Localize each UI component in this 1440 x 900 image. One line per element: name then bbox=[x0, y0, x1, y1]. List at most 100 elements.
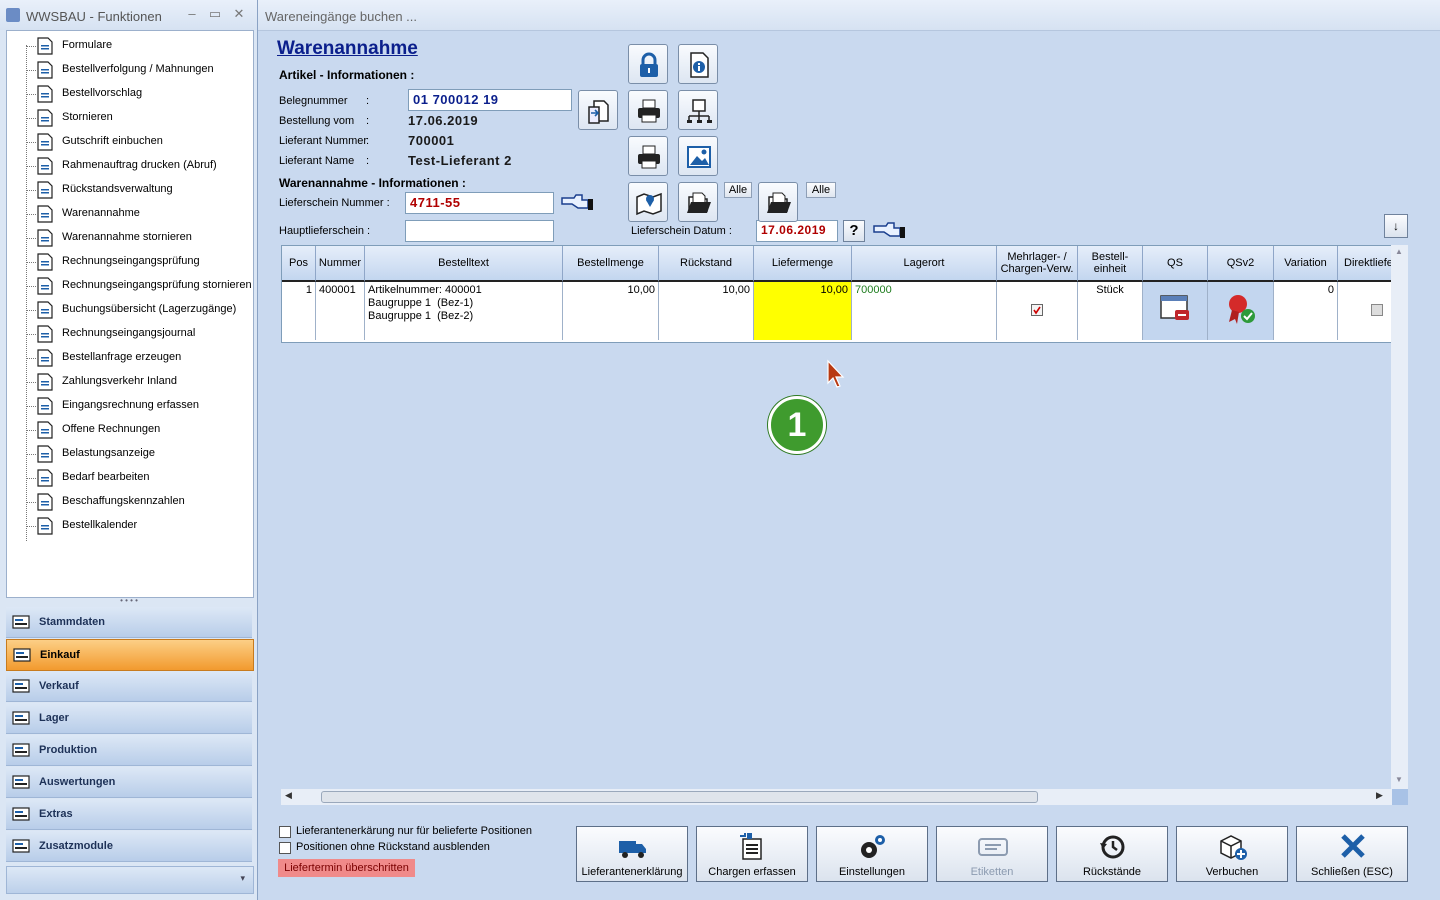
cell-qsv2[interactable] bbox=[1208, 282, 1274, 340]
lieferschein-nummer-field[interactable]: 4711-55 bbox=[405, 192, 554, 214]
cell-pos[interactable]: 1 bbox=[282, 282, 316, 340]
column-header-qsv2[interactable]: QSv2 bbox=[1208, 246, 1274, 282]
network-button[interactable] bbox=[678, 90, 718, 130]
nav-group-auswertungen[interactable]: Auswertungen bbox=[6, 767, 252, 798]
nav-overflow-bar[interactable]: ▾ bbox=[6, 866, 254, 894]
scroll-right-icon[interactable]: ▶ bbox=[1376, 790, 1383, 801]
pointing-hand-icon[interactable] bbox=[560, 192, 594, 217]
map-location-button[interactable] bbox=[628, 182, 668, 222]
cell-liefermenge[interactable]: 10,00 bbox=[754, 282, 852, 340]
pointing-hand-icon[interactable] bbox=[872, 220, 906, 245]
print-button[interactable] bbox=[628, 90, 668, 130]
cell-qs[interactable] bbox=[1143, 282, 1208, 340]
tree-item[interactable]: Bestellkalender bbox=[33, 515, 253, 537]
scroll-down-icon[interactable]: ▼ bbox=[1395, 775, 1403, 784]
column-header-bestelltext[interactable]: Bestelltext bbox=[365, 246, 563, 282]
minimize-button[interactable]: – bbox=[184, 6, 200, 22]
image-button[interactable] bbox=[678, 136, 718, 176]
direktlieferung-checkbox[interactable] bbox=[1371, 304, 1383, 316]
lock-button[interactable] bbox=[628, 44, 668, 84]
tree-item[interactable]: Belastungsanzeige bbox=[33, 443, 253, 465]
tree-item[interactable]: Bestellvorschlag bbox=[33, 83, 253, 105]
hide-no-backlog-checkbox[interactable] bbox=[279, 842, 291, 854]
tree-item[interactable]: Buchungsübersicht (Lagerzugänge) bbox=[33, 299, 253, 321]
verbuchen-button[interactable]: Verbuchen bbox=[1176, 826, 1288, 882]
einstellungen-button[interactable]: Einstellungen bbox=[816, 826, 928, 882]
alle-button-1[interactable]: Alle bbox=[724, 182, 752, 198]
rueckstaende-button[interactable]: Rückstände bbox=[1056, 826, 1168, 882]
panel-splitter[interactable]: • • • • bbox=[6, 597, 252, 605]
info-button[interactable] bbox=[678, 44, 718, 84]
column-header-lagerort[interactable]: Lagerort bbox=[852, 246, 997, 282]
lieferantenerklaerung-checkbox-label[interactable]: Lieferantenerkärung nur für belieferte P… bbox=[296, 825, 532, 837]
cell-variation[interactable]: 0 bbox=[1274, 282, 1338, 340]
nav-group-stammdaten[interactable]: Stammdaten bbox=[6, 607, 252, 638]
open-folder-button[interactable] bbox=[678, 182, 718, 222]
copy-document-button[interactable] bbox=[578, 90, 618, 130]
alle-button-2[interactable]: Alle bbox=[806, 182, 836, 198]
scroll-left-icon[interactable]: ◀ bbox=[285, 790, 292, 801]
column-header-variation[interactable]: Variation bbox=[1274, 246, 1338, 282]
tree-item[interactable]: Formulare bbox=[33, 35, 253, 57]
nav-group-extras[interactable]: Extras bbox=[6, 799, 252, 830]
cell-einheit[interactable]: Stück bbox=[1078, 282, 1143, 340]
cell-direktlieferung[interactable] bbox=[1338, 282, 1392, 340]
cell-mehrlager[interactable] bbox=[997, 282, 1078, 340]
nav-group-verkauf[interactable]: Verkauf bbox=[6, 671, 252, 702]
schliessen-button[interactable]: Schließen (ESC) bbox=[1296, 826, 1408, 882]
column-header-rueckstand[interactable]: Rückstand bbox=[659, 246, 754, 282]
tree-item[interactable]: Bedarf bearbeiten bbox=[33, 467, 253, 489]
tree-item[interactable]: Rechnungseingangsjournal bbox=[33, 323, 253, 345]
lieferantenerklaerung-button[interactable]: Lieferantenerklärung bbox=[576, 826, 688, 882]
hauptlieferschein-field[interactable] bbox=[405, 220, 554, 242]
hide-no-backlog-checkbox-label[interactable]: Positionen ohne Rückstand ausblenden bbox=[296, 841, 490, 853]
tree-item[interactable]: Rechnungseingangsprüfung bbox=[33, 251, 253, 273]
horizontal-scroll-thumb[interactable] bbox=[321, 791, 1038, 803]
chevron-down-icon[interactable]: ▾ bbox=[240, 873, 245, 884]
tree-item[interactable]: Rechnungseingangsprüfung stornieren bbox=[33, 275, 253, 297]
vertical-scrollbar[interactable]: ▲ ▼ bbox=[1391, 245, 1408, 790]
horizontal-scrollbar[interactable]: ◀ ▶ bbox=[281, 789, 1408, 805]
cell-bestelltext[interactable]: Artikelnummer: 400001 Baugruppe 1 (Bez-1… bbox=[365, 282, 563, 340]
column-header-direktlieferung[interactable]: Direktliefe bbox=[1338, 246, 1392, 282]
open-folder-button-2[interactable] bbox=[758, 182, 798, 222]
tree-item[interactable]: Bestellverfolgung / Mahnungen bbox=[33, 59, 253, 81]
nav-group-lager[interactable]: Lager bbox=[6, 703, 252, 734]
column-header-nummer[interactable]: Nummer bbox=[316, 246, 365, 282]
mehrlager-checkbox[interactable] bbox=[1031, 304, 1043, 316]
cell-lagerort[interactable]: 700000 bbox=[852, 282, 997, 340]
tree-item[interactable]: Stornieren bbox=[33, 107, 253, 129]
cell-bestellmenge[interactable]: 10,00 bbox=[563, 282, 659, 340]
print-preview-button[interactable] bbox=[628, 136, 668, 176]
lieferschein-datum-field[interactable]: 17.06.2019 bbox=[756, 220, 838, 242]
column-header-bestelleinheit[interactable]: Bestell-einheit bbox=[1078, 246, 1143, 282]
column-header-bestellmenge[interactable]: Bestellmenge bbox=[563, 246, 659, 282]
help-button[interactable]: ? bbox=[843, 220, 865, 242]
maximize-button[interactable]: ▭ bbox=[207, 6, 223, 22]
tree-item[interactable]: Bestellanfrage erzeugen bbox=[33, 347, 253, 369]
nav-group-zusatzmodule[interactable]: Zusatzmodule bbox=[6, 831, 252, 862]
sort-button[interactable]: ↓ bbox=[1384, 214, 1408, 238]
column-header-mehrlager[interactable]: Mehrlager- / Chargen-Verw. bbox=[997, 246, 1078, 282]
tree-item[interactable]: Warenannahme stornieren bbox=[33, 227, 253, 249]
nav-group-produktion[interactable]: Produktion bbox=[6, 735, 252, 766]
chargen-erfassen-button[interactable]: Chargen erfassen bbox=[696, 826, 808, 882]
column-header-liefermenge[interactable]: Liefermenge bbox=[754, 246, 852, 282]
tree-item[interactable]: Gutschrift einbuchen bbox=[33, 131, 253, 153]
close-button[interactable]: ✕ bbox=[231, 6, 247, 22]
column-header-pos[interactable]: Pos bbox=[282, 246, 316, 282]
belegnummer-field[interactable]: 01 700012 19 bbox=[408, 89, 572, 111]
scroll-up-icon[interactable]: ▲ bbox=[1395, 247, 1403, 256]
tree-item[interactable]: Eingangsrechnung erfassen bbox=[33, 395, 253, 417]
column-header-qs[interactable]: QS bbox=[1143, 246, 1208, 282]
etiketten-button[interactable]: Etiketten bbox=[936, 826, 1048, 882]
cell-nummer[interactable]: 400001 bbox=[316, 282, 365, 340]
nav-group-einkauf[interactable]: Einkauf bbox=[6, 639, 254, 671]
tree-item[interactable]: Rückstandsverwaltung bbox=[33, 179, 253, 201]
tree-item[interactable]: Beschaffungskennzahlen bbox=[33, 491, 253, 513]
tree-item[interactable]: Rahmenauftrag drucken (Abruf) bbox=[33, 155, 253, 177]
lieferantenerklaerung-checkbox[interactable] bbox=[279, 826, 291, 838]
tree-item[interactable]: Offene Rechnungen bbox=[33, 419, 253, 441]
tree-item[interactable]: Warenannahme bbox=[33, 203, 253, 225]
tree-item[interactable]: Zahlungsverkehr Inland bbox=[33, 371, 253, 393]
